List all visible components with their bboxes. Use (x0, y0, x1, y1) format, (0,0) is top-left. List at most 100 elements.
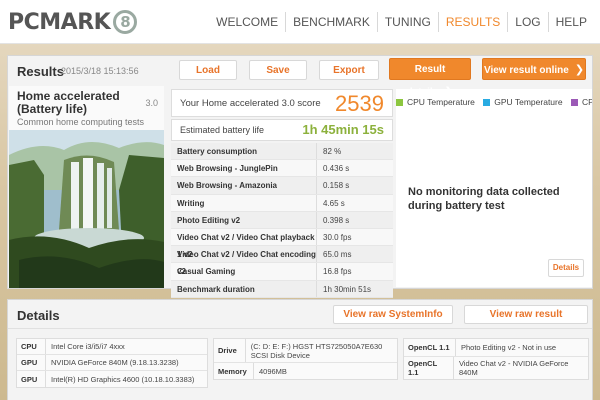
waterfall-illustration (9, 130, 164, 288)
legend-swatch (396, 98, 403, 106)
legend-swatch (570, 98, 578, 106)
nav-welcome[interactable]: WELCOME (209, 12, 285, 32)
metric-value: 0.158 s (323, 181, 350, 191)
metrics-table: Battery consumption 82 % Web Browsing - J… (171, 143, 393, 298)
table-row: OpenCL 1.1 Video Chat v2 - NVIDIA GeForce… (404, 357, 588, 379)
metric-value: 1h 30min 51s (323, 284, 372, 294)
hardware-table: CPU Intel Core i3/i5/i7 4xxx GPU NVIDIA Ge… (16, 338, 208, 388)
top-bar: PCMARK 8 WELCOME BENCHMARK TUNING RESULT… (0, 0, 600, 44)
legend-swatch (483, 98, 491, 106)
info-key: GPU (17, 371, 46, 387)
info-value: NVIDIA GeForce 840M (9.18.13.3238) (51, 358, 179, 367)
table-row: Writing 4.65 s (171, 194, 393, 212)
info-value: Intel(R) HD Graphics 4600 (10.18.10.3383… (51, 374, 195, 384)
nav-benchmark[interactable]: BENCHMARK (285, 12, 377, 32)
benchmark-subtitle: Common home computing tests (17, 117, 145, 127)
legend-item[interactable]: CPU Clc (570, 97, 592, 107)
opencl-table: OpenCL 1.1 Photo Editing v2 - Not in use … (403, 338, 589, 380)
legend-item[interactable]: CPU Temperature (396, 97, 475, 107)
metric-name: Writing (171, 194, 317, 211)
results-title: Results (17, 64, 64, 79)
score-value: 2539 (335, 91, 384, 116)
details-panel: Details View raw SystemInfo View raw res… (7, 299, 593, 400)
metric-name: Photo Editing v2 (171, 211, 317, 228)
logo-text: PCMARK (8, 9, 111, 35)
benchmark-card: Home accelerated (Battery life) 3.0 Comm… (9, 86, 164, 288)
monitoring-panel: CPU Temperature GPU Temperature CPU Clc … (396, 89, 592, 287)
benchmark-version: 3.0 (145, 98, 158, 108)
export-button[interactable]: Export (319, 60, 379, 80)
score-box: Your Home accelerated 3.0 score 2539 (171, 89, 393, 117)
table-row: Web Browsing - JunglePin 0.436 s (171, 160, 393, 178)
nav-results[interactable]: RESULTS (437, 12, 507, 32)
battery-value: 1h 45min 15s (302, 122, 384, 137)
view-raw-result-button[interactable]: View raw result (464, 305, 588, 324)
legend-item[interactable]: GPU Temperature (483, 97, 563, 107)
table-row: Video Chat v2 / Video Chat encoding v2 65… (171, 246, 393, 276)
metric-name: Video Chat v2 / Video Chat encoding v2 (171, 246, 317, 276)
main-nav: WELCOME BENCHMARK TUNING RESULTS LOG HEL… (209, 0, 594, 44)
table-row: Memory 4096MB (214, 363, 397, 379)
metric-name: Benchmark duration (171, 280, 317, 297)
metric-name: Web Browsing - JunglePin (171, 160, 317, 177)
waterfall-image (9, 130, 164, 288)
results-panel: Results 2015/3/18 15:13:56 Load Save Exp… (7, 55, 593, 298)
table-row: Benchmark duration 1h 30min 51s (171, 280, 393, 298)
storage-table: Drive (C: D: E: F:) HGST HTS725050A7E630 … (213, 338, 398, 380)
info-key: GPU (17, 355, 46, 370)
no-monitoring-data-message: No monitoring data collected during batt… (408, 186, 560, 212)
logo-mark-icon: 8 (113, 10, 138, 34)
table-row: Casual Gaming 16.8 fps (171, 263, 393, 281)
monitoring-legend: CPU Temperature GPU Temperature CPU Clc (396, 97, 592, 111)
nav-help[interactable]: HELP (547, 12, 594, 32)
table-row: Drive (C: D: E: F:) HGST HTS725050A7E630 … (214, 339, 397, 363)
info-key: OpenCL 1.1 (404, 357, 454, 379)
view-result-online-label: View result online (483, 65, 569, 76)
table-row: CPU Intel Core i3/i5/i7 4xxx (17, 339, 207, 355)
info-value: Intel Core i3/i5/i7 4xxx (51, 342, 125, 351)
table-row: GPU NVIDIA GeForce 840M (9.18.13.3238) (17, 355, 207, 371)
table-row: Battery consumption 82 % (171, 143, 393, 161)
save-button[interactable]: Save (249, 60, 307, 80)
metric-value: 0.436 s (323, 164, 350, 174)
results-date: 2015/3/18 15:13:56 (61, 66, 139, 76)
battery-label: Estimated battery life (180, 125, 265, 135)
legend-label: CPU Clc (581, 97, 592, 107)
info-key: CPU (17, 339, 46, 354)
table-row: Photo Editing v2 0.398 s (171, 211, 393, 229)
monitoring-details-button[interactable]: Details (548, 259, 584, 277)
metric-value: 65.0 ms (323, 250, 352, 260)
metric-name: Video Chat v2 / Video Chat playback 1 v2 (171, 228, 317, 259)
load-button[interactable]: Load (179, 60, 237, 80)
nav-tuning[interactable]: TUNING (376, 12, 438, 32)
info-value: 4096MB (259, 366, 287, 376)
result-details-button[interactable]: Result details❯ (389, 58, 471, 98)
metric-value: 82 % (323, 147, 342, 156)
table-row: GPU Intel(R) HD Graphics 4600 (10.18.10.3… (17, 371, 207, 387)
results-header: Results 2015/3/18 15:13:56 Load Save Exp… (8, 56, 592, 98)
metric-value: 0.398 s (323, 215, 350, 225)
nav-log[interactable]: LOG (507, 12, 547, 32)
table-row: OpenCL 1.1 Photo Editing v2 - Not in use (404, 339, 588, 357)
divider (8, 328, 592, 329)
pcmark-logo: PCMARK 8 (8, 9, 138, 35)
table-row: Web Browsing - Amazonia 0.158 s (171, 177, 393, 195)
benchmark-name: Home accelerated (Battery life) (17, 89, 120, 116)
chevron-right-icon: ❯ (574, 64, 585, 76)
info-key: Drive (214, 339, 246, 362)
info-value: (C: D: E: F:) HGST HTS725050A7E630 SCSI … (250, 341, 383, 360)
view-raw-systeminfo-button[interactable]: View raw SystemInfo (333, 305, 453, 324)
metric-name: Casual Gaming (171, 263, 317, 280)
view-result-online-button[interactable]: View result online ❯ (482, 58, 586, 80)
info-value: Video Chat v2 - NVIDIA GeForce 840M (458, 359, 569, 377)
info-value: Photo Editing v2 - Not in use (461, 343, 557, 352)
table-row: Video Chat v2 / Video Chat playback 1 v2… (171, 228, 393, 259)
metric-value: 4.65 s (323, 198, 345, 208)
metric-name: Web Browsing - Amazonia (171, 177, 317, 194)
legend-label: CPU Temperature (407, 97, 475, 107)
metric-name: Battery consumption (171, 143, 317, 160)
metric-value: 30.0 fps (323, 232, 352, 242)
battery-box: Estimated battery life 1h 45min 15s (171, 119, 393, 141)
legend-label: GPU Temperature (494, 97, 563, 107)
details-title: Details (17, 308, 60, 323)
